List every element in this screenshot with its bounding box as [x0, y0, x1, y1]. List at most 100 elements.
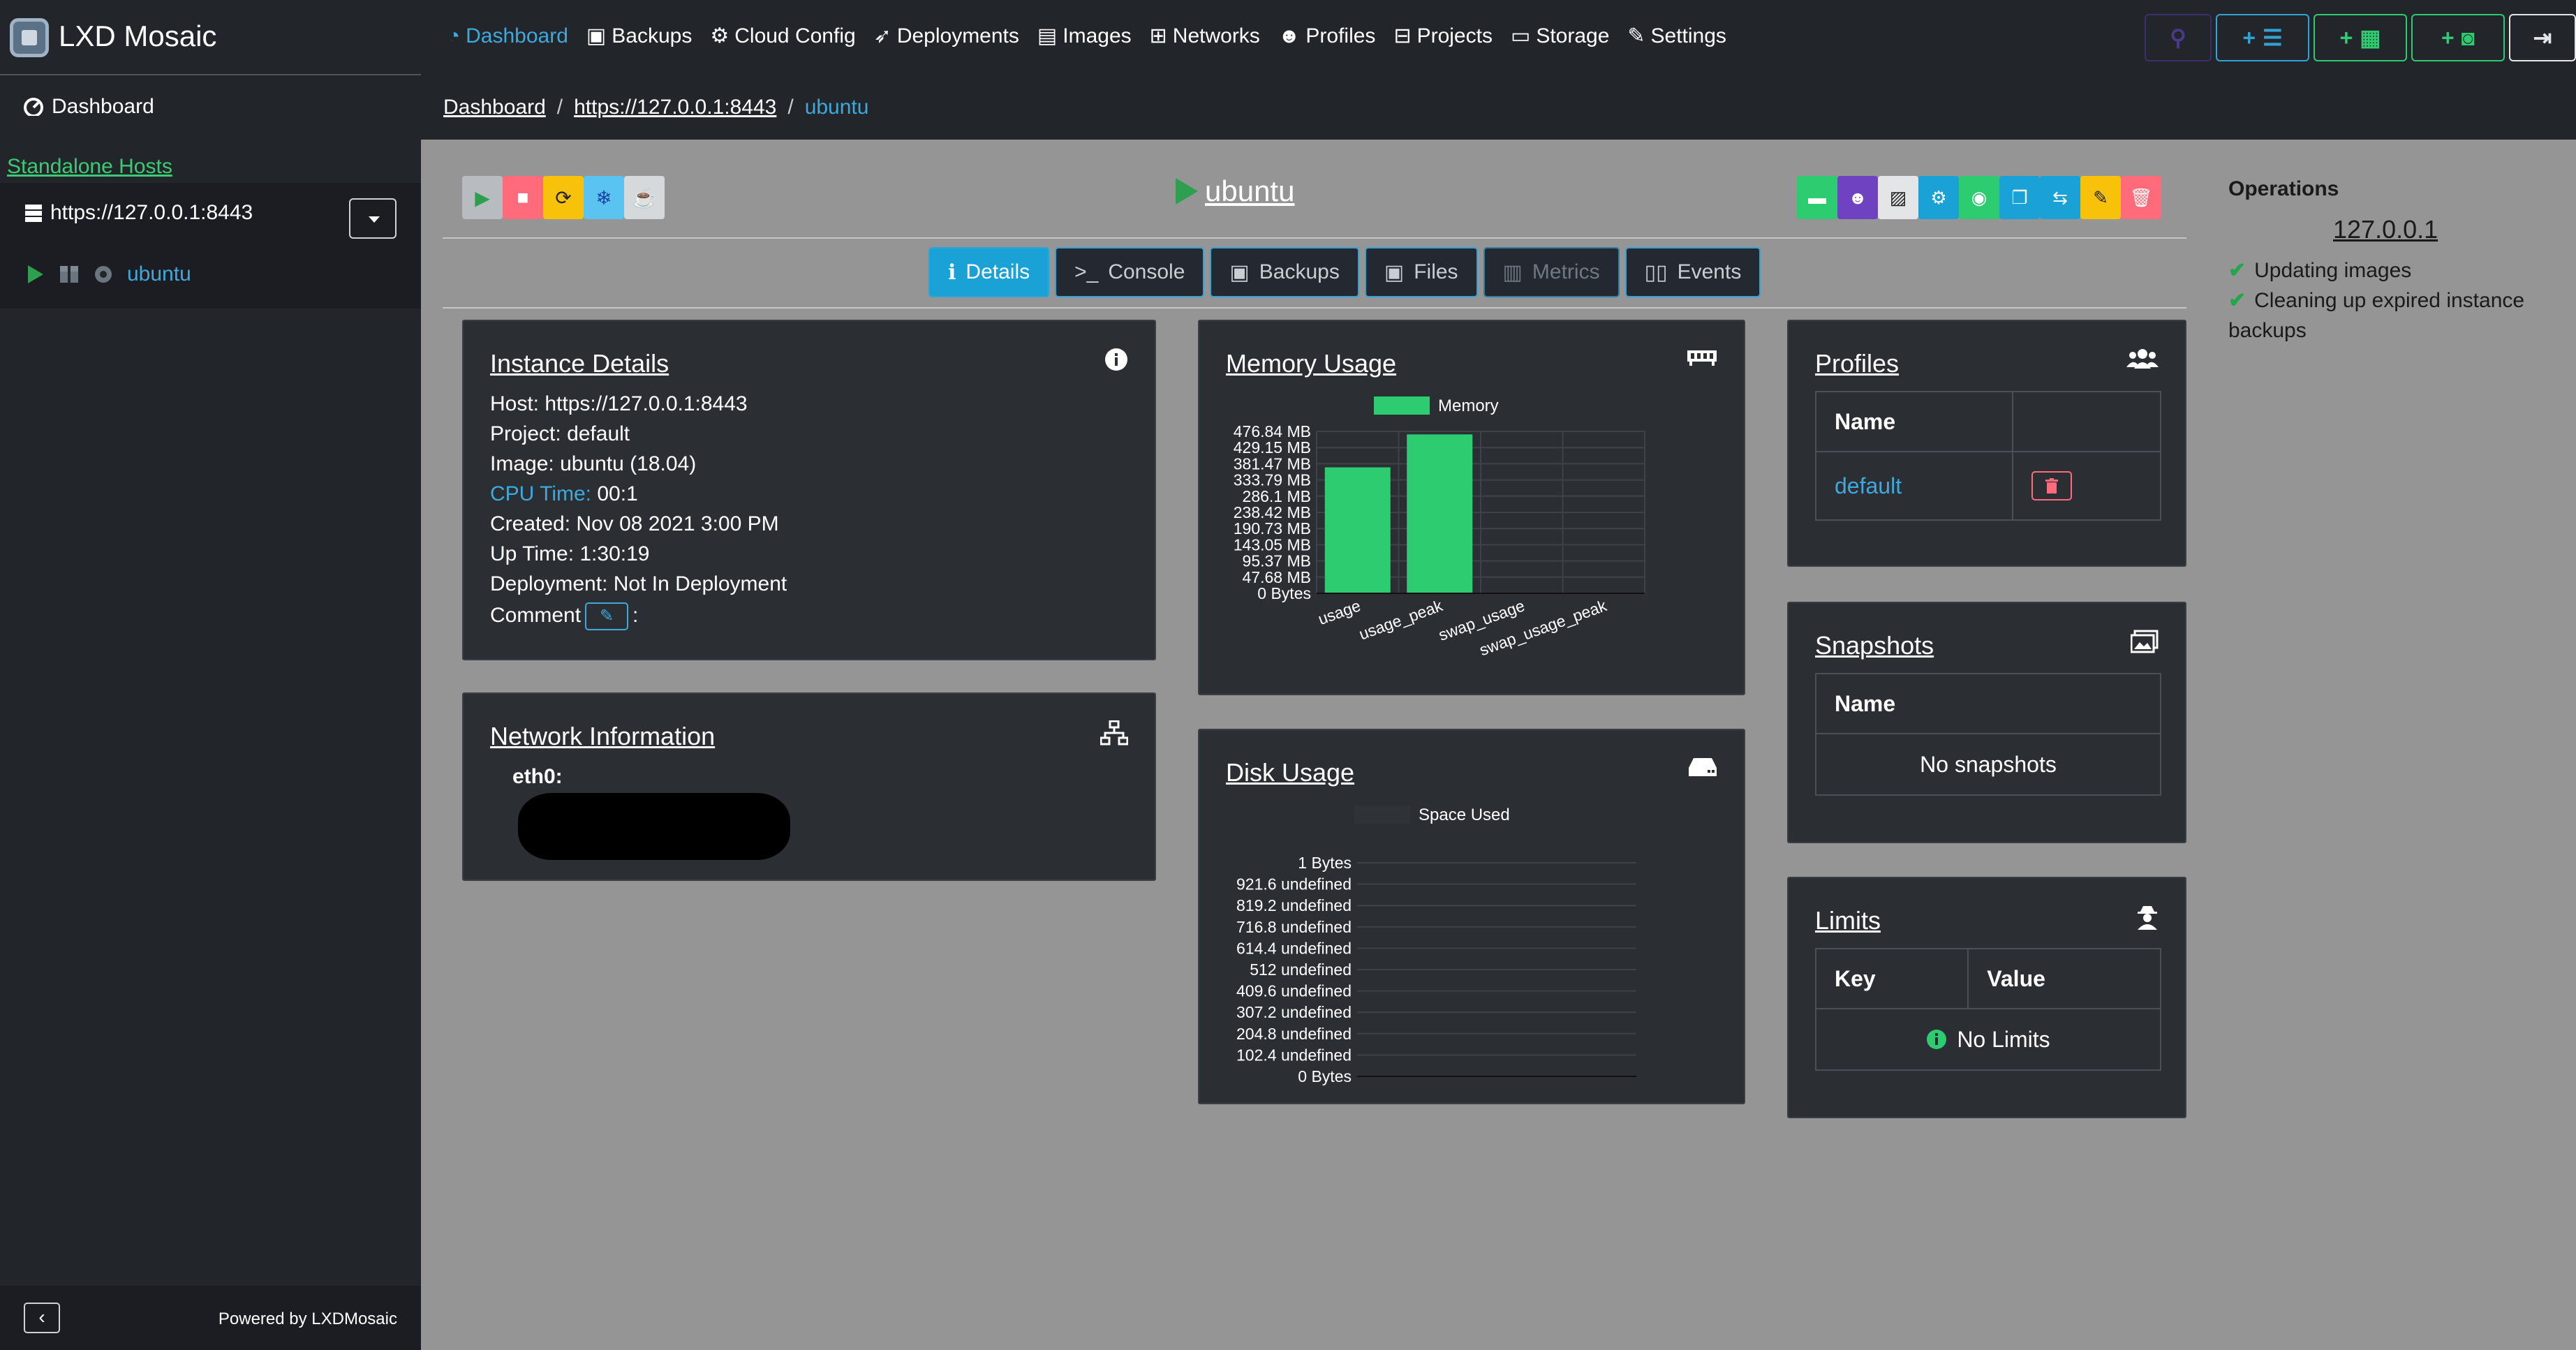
profile-link[interactable]: default — [1816, 452, 2013, 519]
column-header: Key — [1816, 949, 1969, 1008]
y-tick-label: 0 Bytes — [1257, 584, 1311, 602]
nav-images[interactable]: ▤ Images — [1037, 24, 1132, 48]
tab-details[interactable]: ℹ Details — [928, 247, 1050, 297]
nav-deployments[interactable]: ➶ Deployments — [874, 24, 1019, 48]
profiles-table: Name default — [1815, 391, 2161, 521]
detail-deployment: Deployment: Not In Deployment — [490, 572, 787, 596]
sidebar-section-standalone-hosts[interactable]: Standalone Hosts — [7, 155, 172, 179]
table-cell — [2013, 452, 2160, 519]
table-header-row: Name — [1816, 392, 2160, 452]
tab-console[interactable]: >_ Console — [1055, 247, 1205, 297]
tab-metrics[interactable]: ▥ Metrics — [1483, 247, 1620, 297]
tab-events[interactable]: ▯▯ Events — [1624, 247, 1761, 297]
detail-key: Deployment: — [490, 572, 608, 595]
breadcrumb-dashboard[interactable]: Dashboard — [443, 96, 546, 119]
nav-cloud-config[interactable]: ⚙ Cloud Config — [710, 24, 855, 48]
top-navbar: ◔ Dashboard ▣ Backups ⚙ Cloud Config ➶ Deplo… — [421, 0, 2576, 75]
x-tick-label: usage — [1316, 596, 1363, 628]
nav-profiles[interactable]: ☻ Profiles — [1278, 24, 1376, 48]
nav-label: Networks — [1172, 24, 1260, 47]
check-icon: ✔ — [2228, 289, 2246, 312]
nav-dashboard[interactable]: ◔ Dashboard — [447, 24, 568, 48]
y-tick-label: 476.84 MB — [1234, 422, 1311, 440]
migrate-button[interactable]: ⇆ — [2040, 176, 2080, 219]
add-host-button[interactable]: + ☰ — [2216, 14, 2309, 61]
image-button[interactable]: ▨ — [1878, 176, 1918, 219]
edit-icon: ✎ — [2093, 186, 2108, 208]
legend-label: Memory — [1438, 396, 1499, 415]
collapse-sidebar-button[interactable]: ‹ — [24, 1303, 60, 1333]
settings-button[interactable]: ⚙ — [1918, 176, 1959, 219]
y-tick-label: 409.6 undefined — [1236, 982, 1352, 1000]
save-icon: ▣ — [1384, 260, 1405, 284]
nav-storage[interactable]: ▭ Storage — [1511, 24, 1609, 48]
nav-items: ◔ Dashboard ▣ Backups ⚙ Cloud Config ➶ Deplo… — [447, 24, 1726, 48]
y-tick-label: 381.47 MB — [1234, 454, 1311, 473]
y-tick-label: 143.05 MB — [1234, 535, 1311, 554]
host-dropdown-button[interactable] — [349, 198, 397, 239]
nav-label: Profiles — [1305, 24, 1376, 47]
detail-image: Image: ubuntu (18.04) — [490, 452, 696, 476]
plus-icon: + — [2339, 24, 2353, 50]
start-button[interactable]: ▶ — [462, 176, 503, 219]
rocket-icon: ➶ — [873, 24, 891, 47]
freeze-button[interactable]: ❄ — [584, 176, 624, 219]
detail-value: 00:1 — [597, 482, 638, 505]
instance-title[interactable]: ubuntu — [1174, 175, 1294, 208]
brand[interactable]: LXD Mosaic — [0, 0, 421, 75]
image-icon: ▨ — [1889, 186, 1907, 208]
users-icon — [2126, 348, 2159, 376]
storage-button[interactable]: ▬ — [1797, 176, 1837, 219]
snapshot-button[interactable]: ◉ — [1959, 176, 1999, 219]
copy-button[interactable]: ❐ — [1999, 176, 2040, 219]
search-button[interactable]: ⚲ — [2145, 14, 2212, 61]
add-vm-button[interactable]: + ◙ — [2411, 14, 2505, 61]
edit-comment-button[interactable]: ✎ — [585, 602, 629, 630]
users-icon: ☻ — [1848, 186, 1867, 208]
y-tick-label: 47.68 MB — [1243, 568, 1311, 586]
operations-host[interactable]: 127.0.0.1 — [2333, 215, 2438, 244]
detail-value: Not In Deployment — [613, 572, 787, 595]
nav-networks[interactable]: ⊞ Networks — [1150, 24, 1260, 48]
hdd-icon: ▭ — [1510, 24, 1531, 47]
y-tick-label: 238.42 MB — [1234, 503, 1311, 521]
sidebar-host-group: https://127.0.0.1:8443 ubuntu — [0, 183, 421, 309]
snowflake-icon: ❄ — [595, 186, 612, 209]
nav-backups[interactable]: ▣ Backups — [586, 24, 692, 48]
tab-backups[interactable]: ▣ Backups — [1210, 247, 1359, 297]
stop-button[interactable]: ■ — [503, 176, 543, 219]
detail-project: Project: default — [490, 422, 630, 446]
sidebar-item-host[interactable]: https://127.0.0.1:8443 — [24, 201, 253, 225]
sidebar-item-dashboard[interactable]: Dashboard — [24, 95, 154, 119]
nav-settings[interactable]: ✎ Settings — [1627, 24, 1726, 48]
restart-button[interactable]: ⟳ — [543, 176, 584, 219]
limits-card: Limits Key Value No Limits — [1787, 877, 2186, 1118]
breadcrumb-host[interactable]: https://127.0.0.1:8443 — [574, 96, 776, 119]
add-instance-button[interactable]: + ▦ — [2314, 14, 2407, 61]
nav-label: Settings — [1650, 24, 1726, 47]
profiles-button[interactable]: ☻ — [1837, 176, 1878, 219]
remove-profile-button[interactable] — [2031, 471, 2072, 500]
app-root: LXD Mosaic Dashboard Standalone Hosts ht… — [0, 0, 2576, 1350]
logout-button[interactable]: ⇥ — [2509, 14, 2576, 61]
column-header: Value — [1987, 965, 2045, 991]
y-tick-label: 102.4 undefined — [1236, 1046, 1352, 1064]
instance-header: ▶ ■ ⟳ ❄ ☕ ubuntu ▬ ☻ ▨ ⚙ ◉ ❐ ⇆ ✎ 🗑 — [443, 168, 2188, 237]
detail-value: ubuntu (18.04) — [560, 452, 697, 475]
y-tick-label: 190.73 MB — [1234, 519, 1311, 537]
table-row: No snapshots — [1816, 734, 2160, 794]
tab-files[interactable]: ▣ Files — [1364, 247, 1478, 297]
info-circle-icon — [1927, 1030, 1947, 1049]
unfreeze-button[interactable]: ☕ — [624, 176, 665, 219]
delete-button[interactable]: 🗑 — [2121, 176, 2161, 219]
server-icon: ☰ — [2263, 25, 2283, 50]
nav-projects[interactable]: ⊟ Projects — [1393, 24, 1493, 48]
sidebar-item-instance-ubuntu[interactable]: ubuntu — [27, 262, 191, 286]
empty-message: No snapshots — [1920, 751, 2057, 777]
breadcrumb-separator: / — [787, 96, 794, 119]
nav-label: Cloud Config — [734, 24, 856, 47]
legend-label: Space Used — [1419, 806, 1510, 824]
y-tick-label: 429.15 MB — [1234, 438, 1311, 457]
rename-button[interactable]: ✎ — [2080, 176, 2121, 219]
table-header-row: Key Value — [1816, 949, 2160, 1009]
